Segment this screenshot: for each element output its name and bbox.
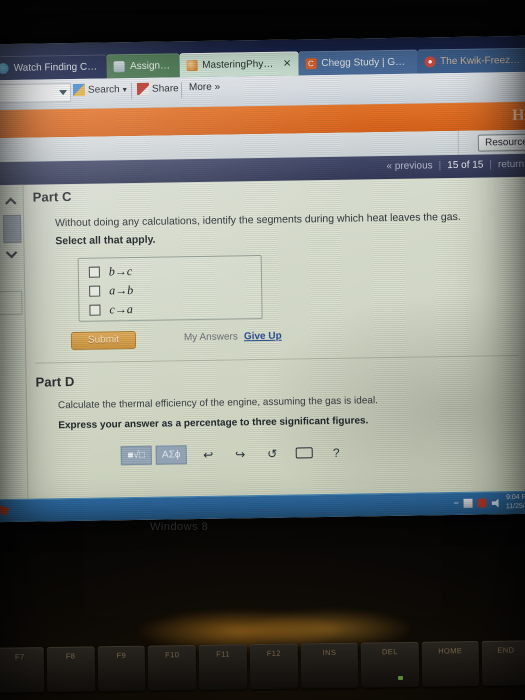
submit-button[interactable]: Submit <box>70 330 137 351</box>
keyboard-icon[interactable] <box>290 444 319 461</box>
reset-icon[interactable]: ↺ <box>258 445 287 462</box>
greek-symbols-icon[interactable]: ΑΣϕ <box>155 445 187 465</box>
page-body: Resource « previous | 15 of 15 | return … <box>0 129 525 501</box>
google-favicon <box>424 55 436 67</box>
search-dropdown-caret[interactable]: ▾ <box>123 85 127 94</box>
question-position: 15 of 15 <box>447 159 484 172</box>
scroll-down-icon[interactable] <box>4 247 18 259</box>
option-label: b→c <box>108 264 133 279</box>
browser-tab-assignments[interactable]: Assignments <box>106 53 180 79</box>
taskbar-app-icon[interactable] <box>0 505 10 516</box>
tab-label: Watch Finding Carter O... <box>13 61 101 74</box>
option-label: a→b <box>109 283 134 298</box>
option-bc[interactable]: b→c <box>88 264 133 280</box>
clock-time: 9:04 PM <box>506 493 525 502</box>
answer-actions: Submit My Answers Give Up <box>70 328 331 351</box>
scrollbar-thumb[interactable] <box>2 214 22 244</box>
help-icon[interactable]: ? <box>322 444 351 461</box>
key-f11[interactable]: F11 <box>198 644 248 690</box>
toolbar-divider <box>180 82 183 99</box>
keyboard-indicator-led <box>398 676 403 680</box>
part-c-question: Without doing any calculations, identify… <box>55 210 461 230</box>
resources-button[interactable]: Resource <box>477 133 525 152</box>
close-icon[interactable]: ✕ <box>283 58 292 69</box>
return-link[interactable]: return to <box>498 159 525 171</box>
part-d-instruction: Express your answer as a percentage to t… <box>58 415 369 432</box>
redo-icon[interactable]: ↪ <box>226 445 255 462</box>
key-f8[interactable]: F8 <box>46 646 95 693</box>
part-c-heading: Part C <box>32 188 72 205</box>
browser-tab-masteringphysics[interactable]: MasteringPhysics: W... ✕ <box>178 51 299 78</box>
previous-link[interactable]: « previous <box>386 160 432 172</box>
browser-tab-watch-finding-carter[interactable]: Watch Finding Carter O... <box>0 54 107 80</box>
tab-label: The Kwik-Freez Applian <box>440 54 521 67</box>
give-up-link[interactable]: Give Up <box>244 331 282 343</box>
part-d-question: Calculate the thermal efficiency of the … <box>57 395 379 412</box>
browser-tab-chegg[interactable]: C Chegg Study | Guided S... <box>298 49 418 76</box>
tab-label: Chegg Study | Guided S... <box>321 56 411 69</box>
antivirus-icon[interactable] <box>477 498 487 508</box>
tray-expand-icon[interactable]: − <box>453 498 458 509</box>
document-favicon <box>113 60 126 72</box>
more-label: More » <box>188 81 221 94</box>
key-f9[interactable]: F9 <box>97 645 146 692</box>
search-label: Search <box>87 83 120 96</box>
question-content: Part C Without doing any calculations, i… <box>28 177 525 500</box>
share-icon <box>136 82 150 95</box>
template-icon[interactable]: ■√□ <box>120 445 152 466</box>
video-favicon <box>0 62 9 74</box>
option-ab[interactable]: a→b <box>89 283 133 299</box>
share-label: Share <box>151 82 179 95</box>
windows-watermark: Windows 8 <box>150 521 209 533</box>
search-button[interactable]: Search ▾ <box>72 83 127 96</box>
search-icon <box>72 83 86 96</box>
site-logo-letter: H <box>511 106 525 125</box>
undo-icon[interactable]: ↩ <box>194 446 223 463</box>
checkbox[interactable] <box>89 304 101 316</box>
keyboard-function-row: F7 F8 F9 F10 F11 F12 INS DEL HOME END <box>0 640 525 693</box>
windows-icon[interactable] <box>463 498 473 509</box>
option-label: c→a <box>109 302 133 317</box>
my-answers-link[interactable]: My Answers <box>184 331 238 343</box>
key-f12[interactable]: F12 <box>249 643 299 690</box>
section-divider <box>35 354 519 364</box>
laptop-screen: Watch Finding Carter O... Assignments Ma… <box>0 35 525 523</box>
option-ca[interactable]: c→a <box>89 302 133 318</box>
clock-date: 11/25/20 <box>505 502 525 510</box>
share-button[interactable]: Share <box>136 82 179 95</box>
answer-options-box: b→c a→b c→a <box>77 255 263 322</box>
question-nav: « previous | 15 of 15 | return to <box>386 159 525 172</box>
key-end[interactable]: END <box>481 640 525 686</box>
key-f7[interactable]: F7 <box>0 647 45 693</box>
nav-separator: | <box>438 160 442 172</box>
page-scrollbar[interactable] <box>0 184 29 501</box>
key-del[interactable]: DEL <box>361 641 420 688</box>
part-d-heading: Part D <box>35 373 75 390</box>
part-c-instruction: Select all that apply. <box>55 233 156 248</box>
mastering-favicon <box>186 59 198 71</box>
system-tray: − 9:04 PM 11/25/20 <box>453 494 525 513</box>
tab-label: Assignments <box>129 59 173 72</box>
laptop-photo: Watch Finding Carter O... Assignments Ma… <box>0 0 525 700</box>
divider <box>457 130 460 155</box>
scroll-up-icon[interactable] <box>4 193 18 205</box>
chegg-favicon: C <box>305 57 317 69</box>
math-answer-toolbar: ■√□ ΑΣϕ ↩ ↪ ↺ ? <box>120 442 351 467</box>
checkbox[interactable] <box>88 266 100 278</box>
tab-label: MasteringPhysics: W... <box>202 58 277 71</box>
chevron-down-icon[interactable] <box>59 90 68 96</box>
sidebar-panel-stub <box>0 290 23 316</box>
browser-tab-kwik-freez[interactable]: The Kwik-Freez Applian <box>416 47 525 74</box>
volume-icon[interactable] <box>492 499 501 508</box>
key-ins[interactable]: INS <box>300 642 359 689</box>
key-f10[interactable]: F10 <box>148 644 197 691</box>
checkbox[interactable] <box>89 285 101 297</box>
more-button[interactable]: More » <box>189 82 220 93</box>
key-home[interactable]: HOME <box>421 640 480 687</box>
taskbar-clock[interactable]: 9:04 PM 11/25/20 <box>506 494 525 512</box>
nav-separator: | <box>489 159 493 171</box>
toolbar-divider <box>130 83 133 100</box>
